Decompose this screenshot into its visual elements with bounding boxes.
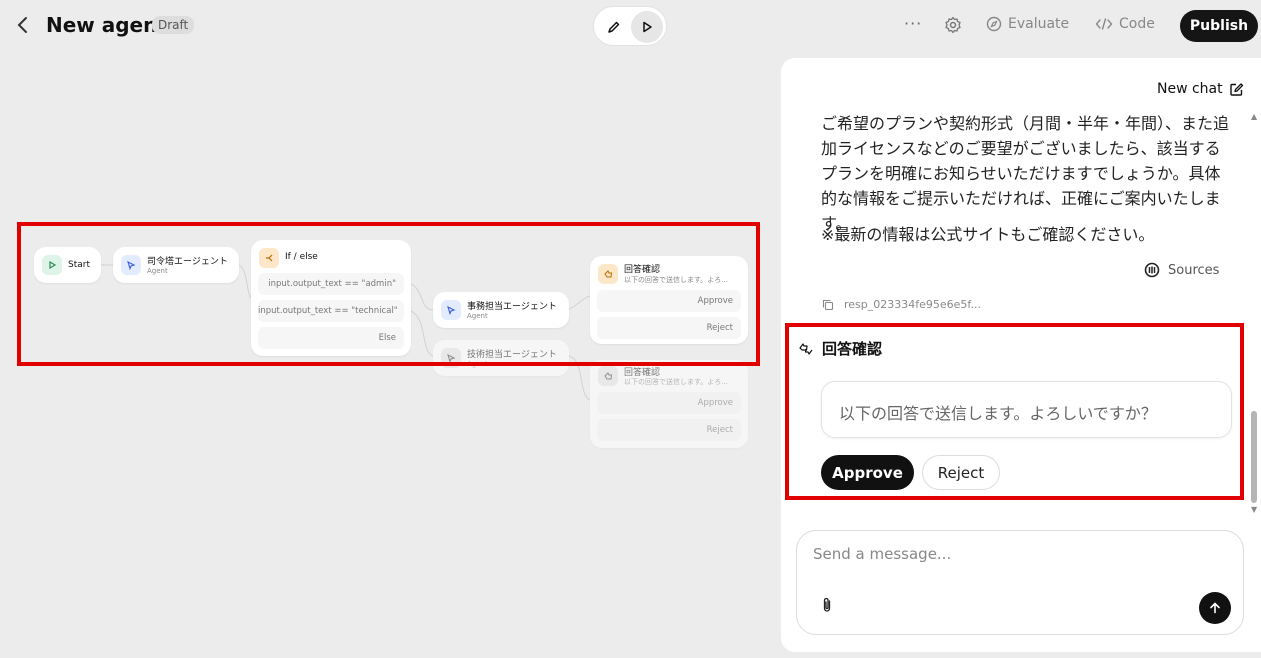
thumbs-icon bbox=[598, 366, 618, 386]
send-button[interactable] bbox=[1199, 592, 1231, 624]
scroll-up-arrow[interactable]: ▲ bbox=[1251, 112, 1257, 121]
message-composer bbox=[796, 530, 1244, 635]
approval-node-2-reject[interactable]: Reject bbox=[597, 419, 741, 441]
approval-node-2[interactable]: 回答確認 以下の回答で送信します。よろ... Approve Reject bbox=[590, 360, 748, 448]
highlight-box-approval bbox=[785, 323, 1244, 500]
copy-icon bbox=[822, 299, 834, 310]
attach-button[interactable] bbox=[821, 597, 833, 617]
scroll-down-arrow[interactable]: ▼ bbox=[1251, 505, 1257, 514]
response-id-text: resp_023334fe95e6e5f... bbox=[844, 298, 981, 311]
chat-scrollbar[interactable] bbox=[1251, 411, 1257, 503]
assistant-message-paragraph: ご希望のプランや契約形式（月間・半年・年間）、また追加ライセンスなどのご要望がご… bbox=[821, 114, 1230, 233]
response-id[interactable]: resp_023334fe95e6e5f... bbox=[822, 298, 981, 311]
code-icon bbox=[1095, 18, 1113, 30]
highlight-box-canvas bbox=[17, 222, 760, 366]
compass-icon bbox=[986, 16, 1002, 32]
more-options-button[interactable]: ··· bbox=[904, 14, 922, 33]
approval-node-2-message: 以下の回答で送信します。よろ... bbox=[624, 378, 728, 386]
settings-button[interactable] bbox=[944, 16, 962, 34]
assistant-message-note: ※最新の情報は公式サイトもご確認ください。 bbox=[821, 225, 1155, 244]
sources-button[interactable]: Sources bbox=[1144, 262, 1219, 278]
code-button[interactable]: Code bbox=[1095, 16, 1155, 32]
approval-node-2-approve[interactable]: Approve bbox=[597, 392, 741, 414]
arrow-up-icon bbox=[1210, 602, 1220, 614]
evaluate-label: Evaluate bbox=[1008, 16, 1070, 32]
sources-label: Sources bbox=[1168, 262, 1220, 278]
new-chat-button[interactable]: New chat bbox=[1157, 81, 1244, 97]
message-input[interactable] bbox=[813, 545, 1213, 563]
publish-button[interactable]: Publish bbox=[1180, 10, 1258, 42]
gear-icon bbox=[945, 16, 961, 34]
sources-icon bbox=[1144, 262, 1160, 278]
paperclip-icon bbox=[823, 597, 831, 612]
code-label: Code bbox=[1119, 16, 1155, 32]
new-chat-label: New chat bbox=[1157, 81, 1223, 97]
evaluate-button[interactable]: Evaluate bbox=[986, 16, 1069, 32]
edit-icon bbox=[1229, 82, 1243, 96]
